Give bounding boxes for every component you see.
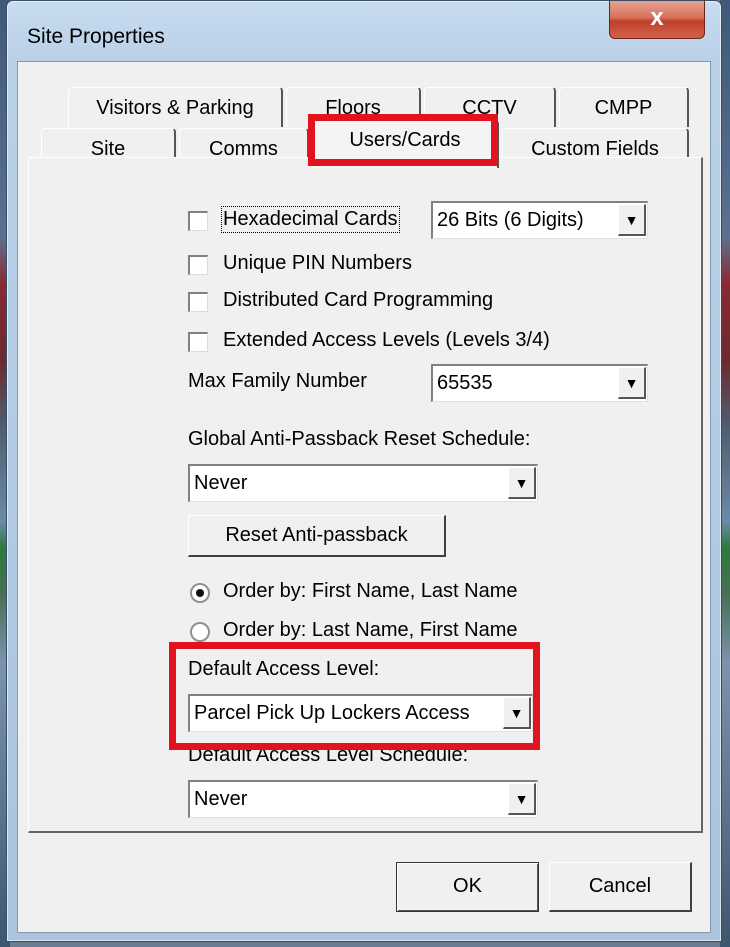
max-family-number-label: Max Family Number (188, 370, 367, 392)
card-bits-value: 26 Bits (6 Digits) (437, 209, 584, 231)
dialog-client-area: Visitors & Parking Floors CCTV CMPP Site… (17, 61, 711, 933)
chevron-down-icon[interactable]: ▼ (618, 204, 646, 236)
tab-label: Visitors & Parking (96, 97, 254, 119)
chevron-down-icon[interactable]: ▼ (508, 467, 536, 499)
unique-pin-checkbox[interactable] (188, 255, 208, 275)
order-first-last-radio[interactable] (190, 583, 210, 603)
max-family-number-value: 65535 (437, 372, 493, 394)
chevron-down-icon[interactable]: ▼ (508, 783, 536, 815)
hexadecimal-cards-checkbox[interactable] (188, 211, 208, 231)
anti-passback-schedule-value: Never (194, 472, 248, 494)
close-button[interactable]: x (609, 1, 705, 39)
hexadecimal-cards-label: Hexadecimal Cards (221, 206, 400, 233)
card-bits-dropdown[interactable]: 26 Bits (6 Digits) ▼ (431, 201, 648, 239)
default-schedule-dropdown[interactable]: Never ▼ (188, 780, 538, 818)
max-family-number-dropdown[interactable]: 65535 ▼ (431, 364, 648, 402)
highlight-default-access-level (169, 642, 540, 750)
distributed-programming-checkbox[interactable] (188, 292, 208, 312)
tab-label: CMPP (594, 97, 653, 119)
distributed-programming-label: Distributed Card Programming (223, 289, 494, 311)
tab-visitors-parking[interactable]: Visitors & Parking (68, 87, 283, 127)
ok-button[interactable]: OK (396, 862, 539, 912)
extended-access-checkbox[interactable] (188, 332, 208, 352)
window-title: Site Properties (27, 25, 165, 48)
close-icon: x (650, 4, 664, 31)
order-last-first-label: Order by: Last Name, First Name (223, 619, 518, 641)
order-first-last-label: Order by: First Name, Last Name (223, 580, 518, 602)
chevron-down-icon[interactable]: ▼ (618, 367, 646, 399)
cancel-button[interactable]: Cancel (549, 862, 692, 912)
default-schedule-value: Never (194, 788, 248, 810)
anti-passback-schedule-label: Global Anti-Passback Reset Schedule: (188, 428, 531, 450)
site-properties-window: Site Properties x Visitors & Parking Flo… (6, 0, 722, 942)
reset-anti-passback-button[interactable]: Reset Anti-passback (188, 515, 446, 557)
unique-pin-label: Unique PIN Numbers (223, 252, 412, 274)
tab-cmpp[interactable]: CMPP (559, 87, 689, 127)
order-last-first-radio[interactable] (190, 622, 210, 642)
anti-passback-schedule-dropdown[interactable]: Never ▼ (188, 464, 538, 502)
highlight-users-cards-tab (308, 114, 498, 166)
extended-access-label: Extended Access Levels (Levels 3/4) (223, 329, 550, 351)
